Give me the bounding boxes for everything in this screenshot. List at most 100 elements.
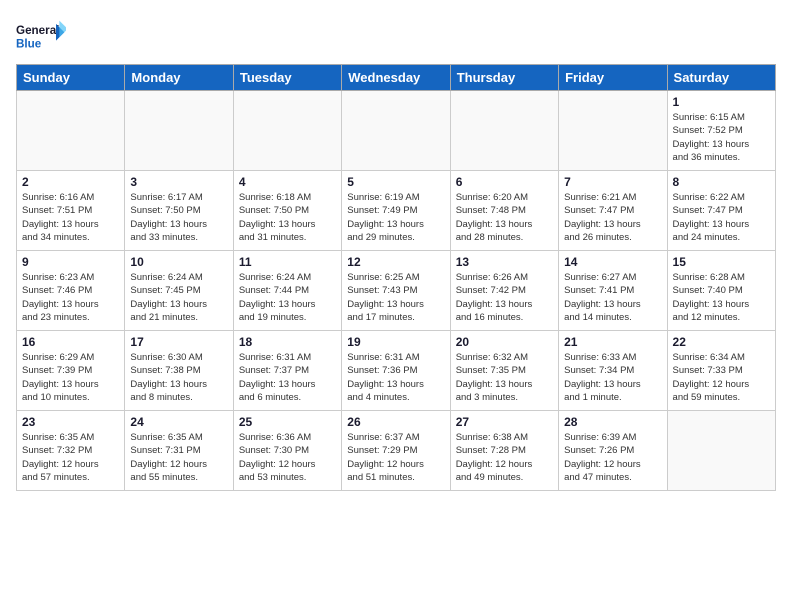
calendar-cell: 9 Sunrise: 6:23 AM Sunset: 7:46 PM Daylig… [17,251,125,331]
day-detail: Sunrise: 6:23 AM Sunset: 7:46 PM Dayligh… [22,271,119,324]
day-detail: Sunrise: 6:35 AM Sunset: 7:31 PM Dayligh… [130,431,227,484]
day-number: 15 [673,255,770,269]
weekday-header-saturday: Saturday [667,65,775,91]
calendar-cell: 23 Sunrise: 6:35 AM Sunset: 7:32 PM Dayli… [17,411,125,491]
day-number: 6 [456,175,553,189]
day-number: 3 [130,175,227,189]
day-number: 16 [22,335,119,349]
calendar-cell: 27 Sunrise: 6:38 AM Sunset: 7:28 PM Dayli… [450,411,558,491]
logo-icon: General Blue [16,16,66,56]
day-number: 26 [347,415,444,429]
calendar-cell [667,411,775,491]
day-number: 24 [130,415,227,429]
day-detail: Sunrise: 6:27 AM Sunset: 7:41 PM Dayligh… [564,271,661,324]
day-detail: Sunrise: 6:39 AM Sunset: 7:26 PM Dayligh… [564,431,661,484]
day-detail: Sunrise: 6:35 AM Sunset: 7:32 PM Dayligh… [22,431,119,484]
calendar-cell: 15 Sunrise: 6:28 AM Sunset: 7:40 PM Dayli… [667,251,775,331]
calendar-cell: 6 Sunrise: 6:20 AM Sunset: 7:48 PM Daylig… [450,171,558,251]
day-number: 10 [130,255,227,269]
calendar-cell: 10 Sunrise: 6:24 AM Sunset: 7:45 PM Dayli… [125,251,233,331]
weekday-header-monday: Monday [125,65,233,91]
day-detail: Sunrise: 6:22 AM Sunset: 7:47 PM Dayligh… [673,191,770,244]
week-row-2: 9 Sunrise: 6:23 AM Sunset: 7:46 PM Daylig… [17,251,776,331]
day-detail: Sunrise: 6:28 AM Sunset: 7:40 PM Dayligh… [673,271,770,324]
day-number: 18 [239,335,336,349]
weekday-header-sunday: Sunday [17,65,125,91]
day-detail: Sunrise: 6:24 AM Sunset: 7:44 PM Dayligh… [239,271,336,324]
day-detail: Sunrise: 6:38 AM Sunset: 7:28 PM Dayligh… [456,431,553,484]
header: General Blue [16,16,776,56]
calendar-cell: 14Sunrise: 6:27 AM Sunset: 7:41 PM Dayli… [559,251,667,331]
day-detail: Sunrise: 6:18 AM Sunset: 7:50 PM Dayligh… [239,191,336,244]
calendar-cell [125,91,233,171]
day-detail: Sunrise: 6:36 AM Sunset: 7:30 PM Dayligh… [239,431,336,484]
week-row-0: 1Sunrise: 6:15 AM Sunset: 7:52 PM Daylig… [17,91,776,171]
week-row-1: 2 Sunrise: 6:16 AM Sunset: 7:51 PM Daylig… [17,171,776,251]
calendar-cell: 8 Sunrise: 6:22 AM Sunset: 7:47 PM Daylig… [667,171,775,251]
day-detail: Sunrise: 6:34 AM Sunset: 7:33 PM Dayligh… [673,351,770,404]
day-detail: Sunrise: 6:30 AM Sunset: 7:38 PM Dayligh… [130,351,227,404]
calendar-cell [233,91,341,171]
day-number: 9 [22,255,119,269]
weekday-header-wednesday: Wednesday [342,65,450,91]
calendar-cell [17,91,125,171]
weekday-header-row: SundayMondayTuesdayWednesdayThursdayFrid… [17,65,776,91]
day-detail: Sunrise: 6:31 AM Sunset: 7:36 PM Dayligh… [347,351,444,404]
day-number: 27 [456,415,553,429]
calendar-cell: 18 Sunrise: 6:31 AM Sunset: 7:37 PM Dayli… [233,331,341,411]
day-detail: Sunrise: 6:32 AM Sunset: 7:35 PM Dayligh… [456,351,553,404]
calendar-cell: 17 Sunrise: 6:30 AM Sunset: 7:38 PM Dayli… [125,331,233,411]
day-number: 7 [564,175,661,189]
day-number: 21 [564,335,661,349]
calendar-cell: 11 Sunrise: 6:24 AM Sunset: 7:44 PM Dayli… [233,251,341,331]
day-number: 19 [347,335,444,349]
week-row-4: 23 Sunrise: 6:35 AM Sunset: 7:32 PM Dayli… [17,411,776,491]
calendar-cell: 28 Sunrise: 6:39 AM Sunset: 7:26 PM Dayli… [559,411,667,491]
calendar-cell: 20Sunrise: 6:32 AM Sunset: 7:35 PM Dayli… [450,331,558,411]
weekday-header-thursday: Thursday [450,65,558,91]
calendar-cell [559,91,667,171]
calendar-cell: 22Sunrise: 6:34 AM Sunset: 7:33 PM Dayli… [667,331,775,411]
day-detail: Sunrise: 6:26 AM Sunset: 7:42 PM Dayligh… [456,271,553,324]
day-number: 11 [239,255,336,269]
calendar-cell: 24 Sunrise: 6:35 AM Sunset: 7:31 PM Dayli… [125,411,233,491]
day-number: 28 [564,415,661,429]
calendar-cell [342,91,450,171]
week-row-3: 16 Sunrise: 6:29 AM Sunset: 7:39 PM Dayli… [17,331,776,411]
calendar-cell: 16 Sunrise: 6:29 AM Sunset: 7:39 PM Dayli… [17,331,125,411]
calendar-cell: 7 Sunrise: 6:21 AM Sunset: 7:47 PM Daylig… [559,171,667,251]
day-detail: Sunrise: 6:29 AM Sunset: 7:39 PM Dayligh… [22,351,119,404]
calendar-cell: 3 Sunrise: 6:17 AM Sunset: 7:50 PM Daylig… [125,171,233,251]
day-detail: Sunrise: 6:25 AM Sunset: 7:43 PM Dayligh… [347,271,444,324]
calendar-cell: 13 Sunrise: 6:26 AM Sunset: 7:42 PM Dayli… [450,251,558,331]
day-number: 4 [239,175,336,189]
calendar-cell: 1Sunrise: 6:15 AM Sunset: 7:52 PM Daylig… [667,91,775,171]
day-number: 13 [456,255,553,269]
calendar-cell: 25 Sunrise: 6:36 AM Sunset: 7:30 PM Dayli… [233,411,341,491]
day-number: 17 [130,335,227,349]
day-detail: Sunrise: 6:21 AM Sunset: 7:47 PM Dayligh… [564,191,661,244]
calendar-cell: 26Sunrise: 6:37 AM Sunset: 7:29 PM Dayli… [342,411,450,491]
day-detail: Sunrise: 6:20 AM Sunset: 7:48 PM Dayligh… [456,191,553,244]
calendar-cell: 4 Sunrise: 6:18 AM Sunset: 7:50 PM Daylig… [233,171,341,251]
day-detail: Sunrise: 6:31 AM Sunset: 7:37 PM Dayligh… [239,351,336,404]
day-detail: Sunrise: 6:33 AM Sunset: 7:34 PM Dayligh… [564,351,661,404]
day-detail: Sunrise: 6:15 AM Sunset: 7:52 PM Dayligh… [673,111,770,164]
day-number: 25 [239,415,336,429]
day-detail: Sunrise: 6:17 AM Sunset: 7:50 PM Dayligh… [130,191,227,244]
calendar-cell: 5Sunrise: 6:19 AM Sunset: 7:49 PM Daylig… [342,171,450,251]
day-detail: Sunrise: 6:19 AM Sunset: 7:49 PM Dayligh… [347,191,444,244]
svg-text:General: General [16,24,59,37]
day-detail: Sunrise: 6:24 AM Sunset: 7:45 PM Dayligh… [130,271,227,324]
calendar-cell: 21 Sunrise: 6:33 AM Sunset: 7:34 PM Dayli… [559,331,667,411]
calendar-cell: 2 Sunrise: 6:16 AM Sunset: 7:51 PM Daylig… [17,171,125,251]
calendar-cell: 19 Sunrise: 6:31 AM Sunset: 7:36 PM Dayli… [342,331,450,411]
weekday-header-friday: Friday [559,65,667,91]
day-detail: Sunrise: 6:16 AM Sunset: 7:51 PM Dayligh… [22,191,119,244]
day-number: 2 [22,175,119,189]
svg-text:Blue: Blue [16,37,42,50]
logo: General Blue [16,16,66,56]
day-number: 23 [22,415,119,429]
day-number: 8 [673,175,770,189]
day-number: 12 [347,255,444,269]
